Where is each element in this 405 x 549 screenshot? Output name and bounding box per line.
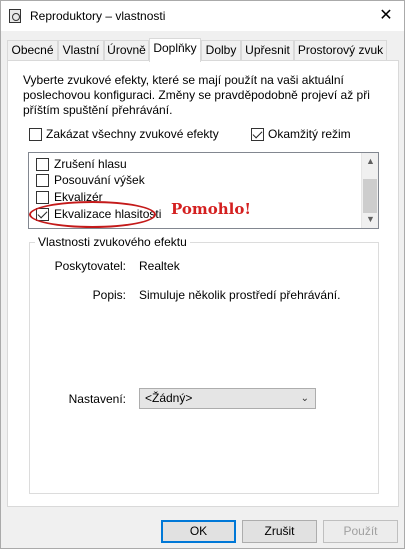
tab-advanced[interactable]: Upřesnit [241, 40, 294, 61]
effect-properties-group [29, 242, 379, 494]
tab-levels[interactable]: Úrovně [104, 40, 149, 61]
apply-button[interactable]: Použít [323, 520, 398, 543]
list-scrollbar[interactable]: ▲ ▼ [361, 153, 378, 228]
scroll-up-icon[interactable]: ▲ [362, 153, 378, 170]
speaker-icon [9, 9, 21, 23]
enhancements-description: Vyberte zvukové efekty, které se mají po… [23, 73, 370, 117]
settings-value: <Žádný> [145, 391, 193, 405]
scroll-thumb[interactable] [363, 179, 377, 213]
tab-strip: Obecné Vlastní Úrovně Doplňky Dolby Upře… [7, 38, 400, 62]
tab-spatial-sound[interactable]: Prostorový zvuk [294, 40, 387, 61]
voice-cancel-checkbox[interactable] [36, 158, 49, 171]
settings-dropdown[interactable]: <Žádný> ⌄ [139, 388, 316, 409]
provider-label: Poskytovatel: [54, 259, 126, 273]
provider-value: Realtek [139, 259, 180, 273]
tab-dolby[interactable]: Dolby [201, 40, 241, 61]
immediate-mode-checkbox[interactable] [251, 128, 264, 141]
description-value: Simuluje několik prostředí přehrávání. [139, 288, 341, 302]
list-item[interactable]: Zrušení hlasu [54, 157, 127, 171]
chevron-down-icon: ⌄ [300, 393, 309, 404]
annotation-text: Pomohlo! [171, 200, 251, 218]
cancel-button[interactable]: Zrušit [242, 520, 317, 543]
close-button[interactable]: ✕ [376, 6, 396, 26]
group-title: Vlastnosti zvukového efektu [35, 235, 190, 249]
disable-all-checkbox[interactable] [29, 128, 42, 141]
ok-button[interactable]: OK [161, 520, 236, 543]
disable-all-label[interactable]: Zakázat všechny zvukové efekty [46, 127, 219, 141]
equalizer-checkbox[interactable] [36, 191, 49, 204]
immediate-mode-label[interactable]: Okamžitý režim [268, 127, 351, 141]
tab-enhancements[interactable]: Doplňky [149, 38, 201, 62]
highlight-ellipse [29, 201, 156, 228]
pitch-shift-checkbox[interactable] [36, 174, 49, 187]
window-title: Reproduktory – vlastnosti [30, 9, 166, 23]
properties-dialog: Reproduktory – vlastnosti ✕ Obecné Vlast… [0, 0, 405, 549]
tab-general[interactable]: Obecné [7, 40, 58, 61]
tab-custom[interactable]: Vlastní [58, 40, 104, 61]
list-item[interactable]: Posouvání výšek [54, 173, 145, 187]
scroll-down-icon[interactable]: ▼ [362, 211, 378, 228]
title-bar[interactable]: Reproduktory – vlastnosti ✕ [1, 1, 404, 31]
description-label: Popis: [92, 288, 126, 302]
settings-label: Nastavení: [68, 392, 126, 406]
